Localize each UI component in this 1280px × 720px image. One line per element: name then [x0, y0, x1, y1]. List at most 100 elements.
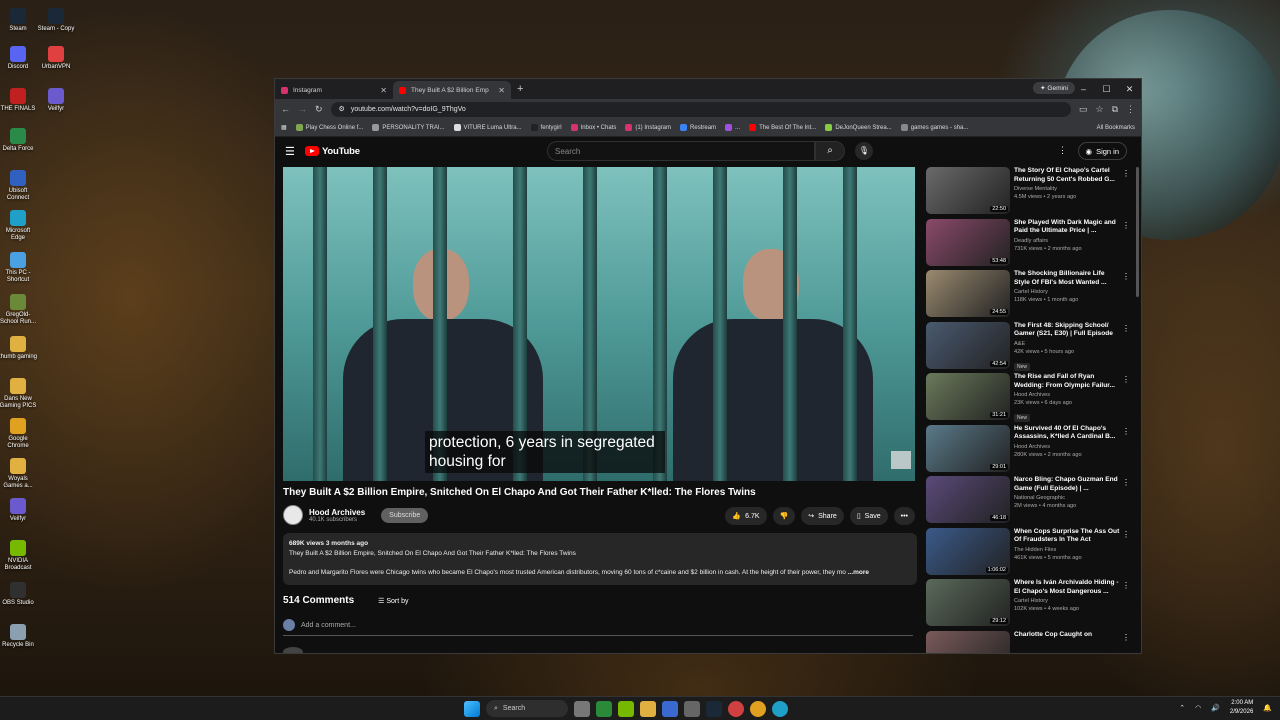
video-thumbnail[interactable]: 1:06:02: [926, 527, 1010, 575]
cast-icon[interactable]: ▭: [1079, 104, 1088, 115]
wifi-icon[interactable]: ◠: [1195, 704, 1201, 712]
like-button[interactable]: 👍 6.7K: [725, 507, 767, 525]
search-input[interactable]: Search: [547, 141, 815, 161]
video-channel[interactable]: National Geographic: [1014, 495, 1122, 501]
sort-by-button[interactable]: ☰ Sort by: [378, 597, 408, 605]
close-icon[interactable]: ✕: [498, 86, 505, 95]
video-title[interactable]: Narco Bling: Chapo Guzman End Game (Full…: [1014, 476, 1122, 493]
edge-icon[interactable]: [772, 700, 788, 717]
video-thumbnail[interactable]: 24:55: [926, 270, 1010, 317]
minimize-button[interactable]: –: [1072, 79, 1095, 99]
channel-watermark[interactable]: [891, 451, 911, 469]
windows-start-icon[interactable]: [464, 700, 480, 717]
store-icon[interactable]: [662, 700, 678, 717]
scrollbar[interactable]: [1136, 167, 1139, 297]
desktop-icon[interactable]: Delta Force: [0, 128, 38, 153]
recommended-video[interactable]: 1:06:02 When Cops Surprise The Ass Out Of…: [926, 527, 1136, 580]
recommended-video[interactable]: 53:48 She Played With Dark Magic and Paid…: [926, 218, 1136, 271]
taskbar-search[interactable]: ⌕ Search: [486, 700, 568, 717]
video-title[interactable]: Where Is Iván Archivaldo Hiding - El Cha…: [1014, 579, 1122, 596]
sign-in-button[interactable]: ◉ Sign in: [1077, 142, 1127, 160]
more-options-icon[interactable]: ⋮: [1122, 581, 1130, 590]
desktop-icon[interactable]: Steam: [0, 8, 38, 33]
apps-icon[interactable]: ▦: [281, 124, 287, 131]
tab-youtube[interactable]: They Built A $2 Billion Emp ✕: [393, 81, 511, 99]
video-thumbnail[interactable]: 46:18: [926, 476, 1010, 523]
desktop-icon[interactable]: Steam - Copy: [36, 8, 76, 33]
nvidia-icon[interactable]: [618, 700, 634, 717]
video-thumbnail[interactable]: 29:12: [926, 579, 1010, 626]
more-options-icon[interactable]: ⋮: [1122, 169, 1130, 178]
recommended-video[interactable]: 46:18 Narco Bling: Chapo Guzman End Game …: [926, 476, 1136, 528]
show-more-link[interactable]: ...more: [848, 569, 869, 576]
bookmark-item[interactable]: Inbox • Chats: [570, 123, 616, 131]
desktop-icon[interactable]: Microsoft Edge: [0, 210, 38, 242]
recommended-video[interactable]: 24:55 The Shocking Billionaire Life Style…: [926, 270, 1136, 322]
bookmark-item[interactable]: (1) Instagram: [625, 123, 671, 131]
video-title[interactable]: The Shocking Billionaire Life Style Of F…: [1014, 270, 1122, 287]
more-options-icon[interactable]: ⋮: [1122, 375, 1130, 384]
settings-icon[interactable]: [684, 700, 700, 717]
more-options-icon[interactable]: ⋮: [1122, 427, 1130, 436]
desktop-icon[interactable]: Veilfyr: [36, 88, 76, 113]
video-title[interactable]: The Story Of El Chapo's Cartel Returning…: [1014, 167, 1122, 184]
save-button[interactable]: ▯ Save: [849, 507, 888, 525]
subscribe-button[interactable]: Subscribe: [381, 507, 429, 523]
recommended-video[interactable]: 29:12 Where Is Iván Archivaldo Hiding - E…: [926, 579, 1136, 631]
steam-icon[interactable]: [706, 700, 722, 717]
add-comment-field[interactable]: Add a comment...: [283, 619, 913, 636]
menu-icon[interactable]: ⋮: [1126, 104, 1135, 115]
desktop-icon[interactable]: thumb gaming: [0, 336, 38, 361]
video-title[interactable]: Charlotte Cop Caught on: [1014, 631, 1122, 640]
video-thumbnail[interactable]: 31:21: [926, 373, 1010, 420]
recommended-video[interactable]: 22:50 The Story Of El Chapo's Cartel Retu…: [926, 167, 1136, 219]
more-actions-button[interactable]: •••: [893, 507, 915, 525]
dislike-button[interactable]: 👎: [772, 507, 796, 525]
recommended-video[interactable]: 29:01 He Survived 40 Of El Chapo's Assass…: [926, 424, 1136, 477]
bookmark-item[interactable]: The Best Of The Int...: [749, 123, 816, 131]
youtube-logo[interactable]: YouTube: [305, 146, 360, 157]
bookmark-item[interactable]: games games - sha...: [900, 123, 968, 131]
bookmark-item[interactable]: Restream: [680, 123, 716, 131]
close-icon[interactable]: ✕: [380, 86, 387, 95]
microphone-icon[interactable]: 🎙: [855, 142, 873, 160]
video-thumbnail[interactable]: 29:01: [926, 424, 1010, 472]
desktop-icon[interactable]: Veilfyr: [0, 498, 38, 523]
desktop-icon[interactable]: NVIDIA Broadcast: [0, 540, 38, 572]
hamburger-menu-icon[interactable]: ☰: [285, 145, 305, 158]
bookmark-item[interactable]: DeJonQueen Strea...: [825, 123, 892, 131]
desktop-icon[interactable]: THE FINALS: [0, 88, 38, 113]
close-window-button[interactable]: ✕: [1118, 79, 1141, 99]
video-channel[interactable]: A&E: [1014, 341, 1122, 347]
video-channel[interactable]: The Hidden Files: [1014, 547, 1122, 553]
bookmark-item[interactable]: PERSONALITY TRAI...: [372, 123, 445, 131]
video-player[interactable]: protection, 6 years in segregated housin…: [283, 167, 915, 481]
video-thumbnail[interactable]: [926, 630, 1010, 653]
desktop-icon[interactable]: UrbanVPN: [36, 46, 76, 71]
video-thumbnail[interactable]: 22:50: [926, 167, 1010, 214]
video-channel[interactable]: Deadly affairs: [1014, 238, 1122, 244]
recommended-video[interactable]: 42:54 The First 48: Skipping School/ Game…: [926, 321, 1136, 374]
desktop-icon[interactable]: Woyals Games a...: [0, 458, 38, 490]
tab-instagram[interactable]: Instagram ✕: [275, 81, 393, 99]
back-icon[interactable]: ←: [281, 104, 290, 114]
reload-icon[interactable]: ↻: [315, 104, 323, 115]
description-box[interactable]: 689K views 3 months ago They Built A $2 …: [283, 533, 917, 585]
video-channel[interactable]: Hood Archives: [1014, 392, 1122, 398]
bookmark-item[interactable]: VITURE Luma Ultra...: [453, 123, 522, 131]
video-title[interactable]: The First 48: Skipping School/ Gamer (S2…: [1014, 322, 1122, 339]
more-options-icon[interactable]: ⋮: [1122, 530, 1130, 539]
bookmark-item[interactable]: Play Chess Online f...: [295, 123, 363, 131]
share-button[interactable]: ↪ Share: [801, 507, 844, 525]
video-title[interactable]: The Rise and Fall of Ryan Wedding: From …: [1014, 373, 1122, 390]
clock[interactable]: 2:00 AM 2/9/2026: [1230, 699, 1253, 717]
video-channel[interactable]: Cartel History: [1014, 598, 1122, 604]
bookmark-star-icon[interactable]: ☆: [1095, 104, 1103, 115]
recommended-video[interactable]: Charlotte Cop Caught on ⋮: [926, 630, 1136, 653]
extensions-icon[interactable]: ⧉: [1112, 104, 1118, 115]
chrome-red-icon[interactable]: [728, 700, 744, 717]
video-thumbnail[interactable]: 53:48: [926, 218, 1010, 266]
chevron-up-icon[interactable]: ⌃: [1179, 704, 1185, 712]
video-title[interactable]: When Cops Surprise The Ass Out Of Frauds…: [1014, 528, 1122, 545]
recommended-video[interactable]: 31:21 The Rise and Fall of Ryan Wedding: …: [926, 373, 1136, 425]
